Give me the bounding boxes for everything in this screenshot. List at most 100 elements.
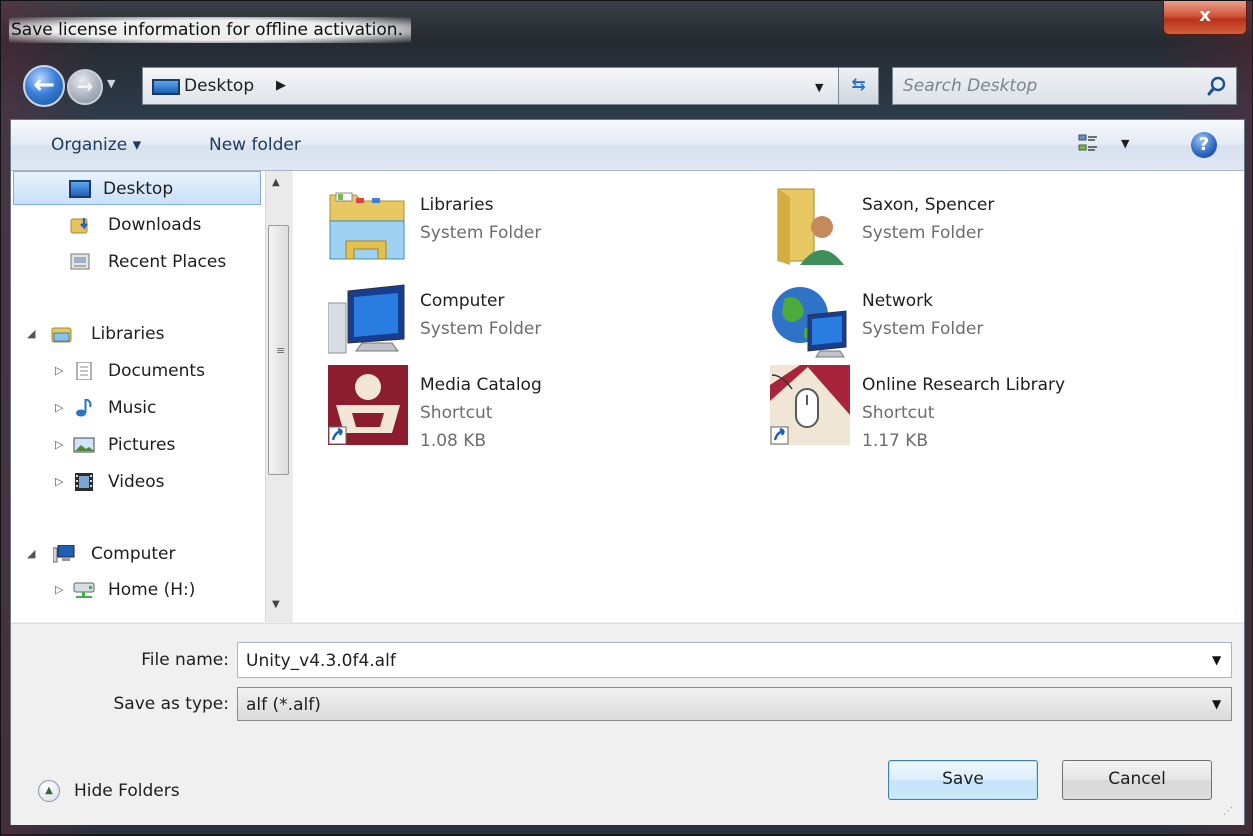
file-name: Computer bbox=[420, 291, 505, 311]
scrollbar-thumb[interactable]: ≡ bbox=[268, 225, 289, 475]
search-box[interactable] bbox=[892, 67, 1237, 105]
address-bar[interactable]: Desktop ▶ ▼ bbox=[142, 67, 839, 105]
expand-arrow-icon[interactable]: ▷ bbox=[55, 465, 63, 499]
address-location[interactable]: Desktop bbox=[184, 74, 254, 98]
file-name: Network bbox=[862, 291, 933, 311]
network-drive-icon bbox=[73, 582, 95, 598]
breadcrumb-arrow-icon[interactable]: ▶ bbox=[276, 74, 286, 98]
organize-menu[interactable]: Organize ▾ bbox=[51, 133, 141, 157]
refresh-icon: ⇆ bbox=[851, 75, 866, 95]
collapse-arrow-icon[interactable]: ◢ bbox=[27, 317, 35, 351]
back-button[interactable]: ← bbox=[23, 65, 65, 107]
navigation-pane: Desktop Downloads Recent Places ◢ Librar… bbox=[11, 171, 265, 622]
cancel-button[interactable]: Cancel bbox=[1062, 760, 1212, 800]
file-item-computer[interactable]: Computer System Folder bbox=[293, 275, 723, 365]
file-name: Saxon, Spencer bbox=[862, 195, 995, 215]
view-options-dropdown-icon[interactable]: ▼ bbox=[1121, 137, 1129, 150]
file-item-user-folder[interactable]: Saxon, Spencer System Folder bbox=[735, 179, 1165, 269]
research-library-shortcut-icon bbox=[770, 365, 850, 445]
help-icon[interactable]: ? bbox=[1191, 132, 1217, 158]
videos-icon bbox=[75, 473, 93, 491]
file-type: System Folder bbox=[420, 223, 542, 243]
libraries-icon bbox=[51, 327, 72, 343]
save-dialog-window: Save license information for offline act… bbox=[0, 0, 1253, 836]
file-type: Shortcut bbox=[420, 403, 493, 423]
file-item-libraries[interactable]: Libraries System Folder bbox=[293, 179, 723, 269]
file-name-input[interactable] bbox=[246, 649, 1186, 673]
desktop-icon bbox=[152, 79, 180, 95]
file-name: Online Research Library bbox=[862, 375, 1066, 395]
save-as-type-select[interactable]: alf (*.alf) ▼ bbox=[237, 687, 1232, 721]
forward-button[interactable]: → bbox=[67, 69, 103, 105]
computer-icon bbox=[53, 545, 75, 563]
file-name: Libraries bbox=[420, 195, 494, 215]
libraries-folder-icon bbox=[329, 192, 405, 260]
sidebar-item-label: Recent Places bbox=[108, 252, 227, 272]
sidebar-item-label: Pictures bbox=[108, 435, 176, 455]
file-item-network[interactable]: Network System Folder bbox=[735, 275, 1165, 365]
sidebar-item-label: Computer bbox=[91, 544, 176, 564]
search-input[interactable] bbox=[903, 74, 1193, 98]
recent-pages-dropdown-icon[interactable]: ▼ bbox=[107, 77, 115, 90]
downloads-folder-icon bbox=[70, 218, 88, 234]
refresh-button[interactable]: ⇆ bbox=[839, 67, 879, 105]
collapse-arrow-icon[interactable]: ◢ bbox=[27, 537, 35, 571]
command-toolbar: Organize ▾ New folder ▼ ? bbox=[11, 120, 1244, 171]
file-name-field[interactable]: ▼ bbox=[237, 642, 1232, 678]
sidebar-item-recent-places[interactable]: Recent Places bbox=[11, 245, 263, 279]
sidebar-item-label: Downloads bbox=[108, 215, 202, 235]
sidebar-item-libraries[interactable]: ◢ Libraries bbox=[11, 317, 263, 351]
file-item-online-research-library[interactable]: Online Research Library Shortcut 1.17 KB bbox=[735, 359, 1165, 451]
sidebar-item-label: Home (H:) bbox=[108, 580, 196, 600]
save-button[interactable]: Save bbox=[888, 760, 1038, 800]
sidebar-item-label: Music bbox=[108, 398, 157, 418]
file-type: System Folder bbox=[420, 319, 542, 339]
expand-arrow-icon[interactable]: ▷ bbox=[55, 428, 63, 462]
file-type: Shortcut bbox=[862, 403, 935, 423]
file-item-media-catalog[interactable]: Media Catalog Shortcut 1.08 KB bbox=[293, 359, 723, 451]
music-icon bbox=[76, 399, 92, 417]
collapse-chevron-icon: ▲ bbox=[38, 780, 60, 802]
sidebar-item-downloads[interactable]: Downloads bbox=[11, 208, 263, 242]
sidebar-item-documents[interactable]: ▷ Documents bbox=[11, 354, 263, 388]
window-title: Save license information for offline act… bbox=[9, 17, 411, 43]
new-folder-button[interactable]: New folder bbox=[209, 133, 301, 157]
resize-grip-icon[interactable]: ⋰ bbox=[1223, 806, 1233, 817]
desktop-icon bbox=[69, 180, 91, 198]
dialog-body: Organize ▾ New folder ▼ ? Desktop Downlo… bbox=[10, 119, 1245, 825]
file-name-dropdown-icon[interactable]: ▼ bbox=[1212, 653, 1221, 667]
network-icon bbox=[772, 287, 847, 358]
sidebar-item-videos[interactable]: ▷ Videos bbox=[11, 465, 263, 499]
expand-arrow-icon[interactable]: ▷ bbox=[55, 354, 63, 388]
expand-arrow-icon[interactable]: ▷ bbox=[55, 391, 63, 425]
scroll-up-arrow-icon[interactable]: ▲ bbox=[272, 177, 280, 188]
user-folder-icon bbox=[777, 188, 844, 265]
file-size: 1.08 KB bbox=[420, 431, 487, 451]
recent-places-icon bbox=[70, 253, 90, 270]
sidebar-item-desktop[interactable]: Desktop bbox=[13, 171, 261, 205]
hide-folders-label: Hide Folders bbox=[74, 781, 180, 801]
sidebar-item-home-drive[interactable]: ▷ Home (H:) bbox=[11, 573, 263, 607]
file-size: 1.17 KB bbox=[862, 431, 929, 451]
scroll-grip-icon: ≡ bbox=[276, 344, 286, 357]
scroll-down-arrow-icon[interactable]: ▼ bbox=[272, 599, 280, 610]
computer-icon bbox=[328, 284, 405, 354]
search-icon[interactable] bbox=[1206, 75, 1228, 97]
close-button[interactable]: x bbox=[1163, 1, 1247, 35]
sidebar-item-music[interactable]: ▷ Music bbox=[11, 391, 263, 425]
save-as-type-value: alf (*.alf) bbox=[246, 695, 321, 715]
save-as-type-label: Save as type: bbox=[113, 694, 229, 714]
change-view-icon[interactable] bbox=[1078, 134, 1098, 154]
navigation-pane-scrollbar[interactable]: ▲ ≡ ▼ bbox=[265, 171, 292, 622]
pictures-icon bbox=[73, 437, 95, 453]
sidebar-item-computer[interactable]: ◢ Computer bbox=[11, 537, 263, 571]
save-options-panel: File name: ▼ Save as type: alf (*.alf) ▼… bbox=[11, 623, 1244, 825]
save-as-type-dropdown-icon[interactable]: ▼ bbox=[1212, 697, 1221, 711]
file-type: System Folder bbox=[862, 223, 984, 243]
address-dropdown-icon[interactable]: ▼ bbox=[815, 76, 823, 100]
expand-arrow-icon[interactable]: ▷ bbox=[55, 573, 63, 607]
file-name: Media Catalog bbox=[420, 375, 542, 395]
sidebar-item-pictures[interactable]: ▷ Pictures bbox=[11, 428, 263, 462]
navigation-bar: ← → ▼ Desktop ▶ ▼ ⇆ bbox=[1, 57, 1253, 113]
title-bar[interactable]: Save license information for offline act… bbox=[1, 1, 1253, 49]
